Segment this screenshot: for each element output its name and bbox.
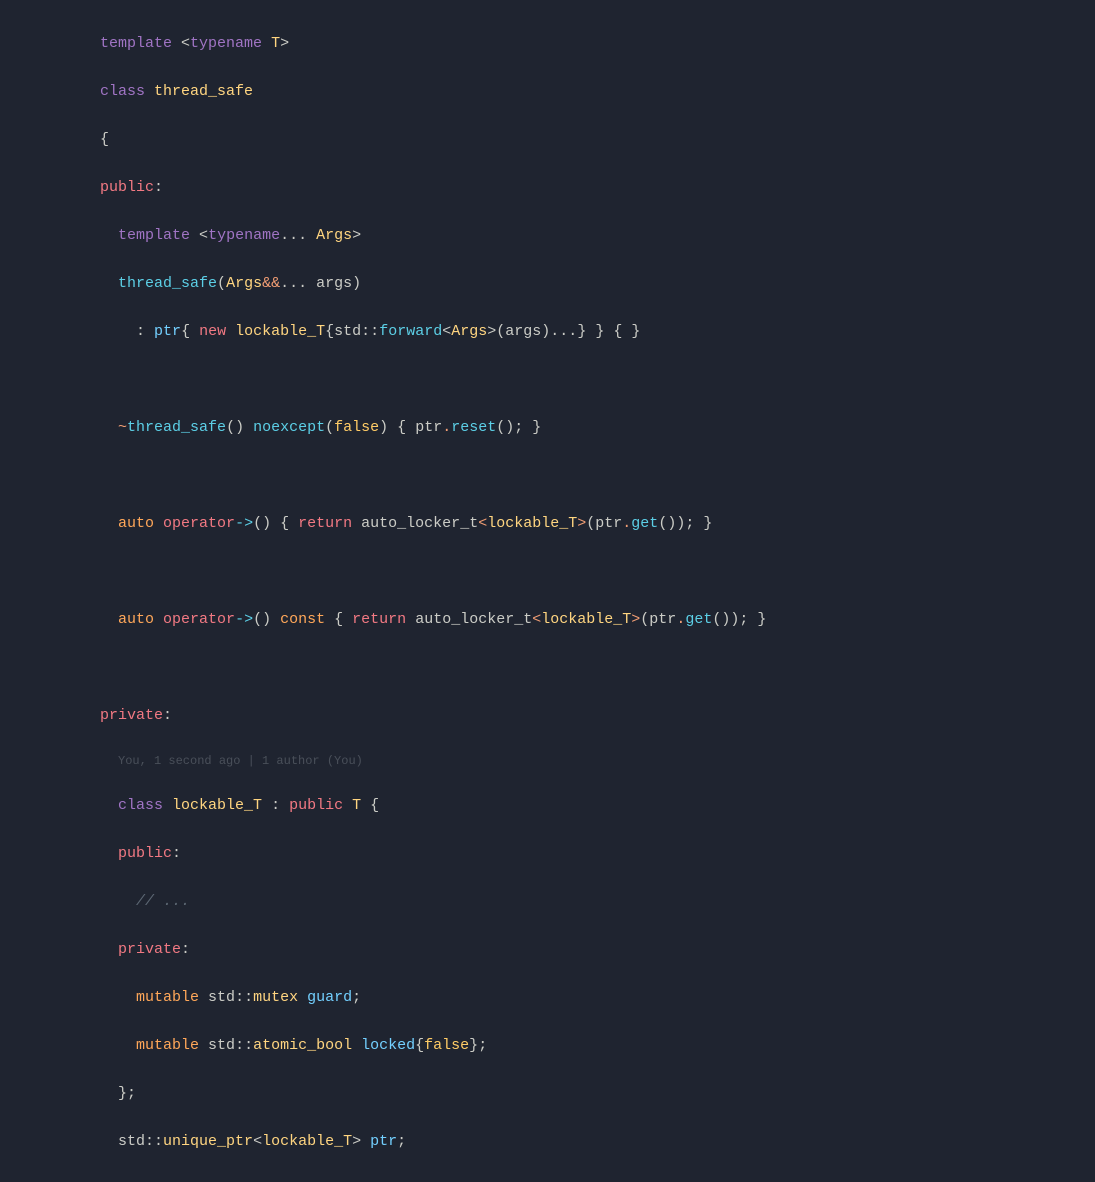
member-name: ptr <box>370 1133 397 1150</box>
code-editor[interactable]: template <typename T> class thread_safe … <box>100 8 1095 1182</box>
keyword-operator: operator <box>163 515 235 532</box>
code-line[interactable]: }; <box>100 1082 1095 1106</box>
keyword-public: public <box>118 845 172 862</box>
namespace: std <box>208 1037 235 1054</box>
member-name: guard <box>307 989 352 1006</box>
member: ptr <box>595 515 622 532</box>
member-name: locked <box>361 1037 415 1054</box>
code-line[interactable]: }; <box>100 1178 1095 1182</box>
type-arg: lockable_T <box>262 1133 352 1150</box>
brace-open: { <box>100 131 109 148</box>
code-line[interactable]: : ptr{ new lockable_T{std::forward<Args>… <box>100 320 1095 344</box>
keyword-noexcept: noexcept <box>253 419 325 436</box>
angle-open: < <box>181 35 190 52</box>
type: mutex <box>253 989 298 1006</box>
code-line[interactable]: auto operator->() { return auto_locker_t… <box>100 512 1095 536</box>
keyword-auto: auto <box>118 515 154 532</box>
code-lens[interactable]: You, 1 second ago | 1 author (You) <box>100 752 1095 770</box>
keyword-class: class <box>118 797 163 814</box>
code-line[interactable] <box>100 656 1095 680</box>
keyword-class: class <box>100 83 145 100</box>
keyword-private: private <box>100 707 163 724</box>
keyword-const: const <box>280 611 325 628</box>
keyword-return: return <box>298 515 352 532</box>
code-line[interactable]: private: <box>100 938 1095 962</box>
code-line[interactable]: { <box>100 128 1095 152</box>
type: unique_ptr <box>163 1133 253 1150</box>
code-line[interactable]: public: <box>100 842 1095 866</box>
code-line[interactable]: private: <box>100 704 1095 728</box>
type-param: T <box>271 35 280 52</box>
keyword-new: new <box>199 323 226 340</box>
code-line[interactable]: std::unique_ptr<lockable_T> ptr; <box>100 1130 1095 1154</box>
keyword-private: private <box>118 941 181 958</box>
namespace: std <box>208 989 235 1006</box>
base-class: T <box>352 797 361 814</box>
namespace: std <box>334 323 361 340</box>
keyword-mutable: mutable <box>136 989 199 1006</box>
code-line[interactable]: class thread_safe <box>100 80 1095 104</box>
code-line[interactable]: // ... <box>100 890 1095 914</box>
code-line[interactable]: template <typename... Args> <box>100 224 1095 248</box>
keyword-operator: operator <box>163 611 235 628</box>
arrow-operator: -> <box>235 611 253 628</box>
comment: // ... <box>136 893 190 910</box>
function-call: forward <box>379 323 442 340</box>
keyword-false: false <box>424 1037 469 1054</box>
destructor-name: thread_safe <box>127 419 226 436</box>
member: ptr <box>415 419 442 436</box>
code-line[interactable] <box>100 368 1095 392</box>
angle-close: > <box>280 35 289 52</box>
member: ptr <box>154 323 181 340</box>
type: Args <box>451 323 487 340</box>
constructor-name: thread_safe <box>118 275 217 292</box>
type: Args <box>226 275 262 292</box>
code-line[interactable]: mutable std::atomic_bool locked{false}; <box>100 1034 1095 1058</box>
code-line[interactable]: thread_safe(Args&&... args) <box>100 272 1095 296</box>
ref-qualifier: && <box>262 275 280 292</box>
member: ptr <box>649 611 676 628</box>
keyword-mutable: mutable <box>136 1037 199 1054</box>
method-call: get <box>685 611 712 628</box>
type: auto_locker_t <box>415 611 532 628</box>
code-line[interactable]: class lockable_T : public T { <box>100 794 1095 818</box>
type: auto_locker_t <box>361 515 478 532</box>
class-name: lockable_T <box>172 797 262 814</box>
type: lockable_T <box>541 611 631 628</box>
code-line[interactable] <box>100 560 1095 584</box>
type-param: Args <box>316 227 352 244</box>
keyword-false: false <box>334 419 379 436</box>
tilde: ~ <box>118 419 127 436</box>
param-name: args <box>316 275 352 292</box>
code-line[interactable]: auto operator->() const { return auto_lo… <box>100 608 1095 632</box>
code-line[interactable]: mutable std::mutex guard; <box>100 986 1095 1010</box>
namespace: std <box>118 1133 145 1150</box>
keyword-typename: typename <box>208 227 280 244</box>
type: lockable_T <box>487 515 577 532</box>
colon: : <box>154 179 163 196</box>
method-call: get <box>631 515 658 532</box>
type: lockable_T <box>235 323 325 340</box>
code-line[interactable] <box>100 464 1095 488</box>
keyword-public: public <box>289 797 343 814</box>
type: atomic_bool <box>253 1037 352 1054</box>
method-call: reset <box>451 419 496 436</box>
code-line[interactable]: ~thread_safe() noexcept(false) { ptr.res… <box>100 416 1095 440</box>
code-line[interactable]: template <typename T> <box>100 32 1095 56</box>
arrow-operator: -> <box>235 515 253 532</box>
class-name: thread_safe <box>154 83 253 100</box>
keyword-auto: auto <box>118 611 154 628</box>
code-line[interactable]: public: <box>100 176 1095 200</box>
keyword-return: return <box>352 611 406 628</box>
keyword-template: template <box>100 35 172 52</box>
keyword-template: template <box>118 227 190 244</box>
keyword-typename: typename <box>190 35 262 52</box>
keyword-public: public <box>100 179 154 196</box>
